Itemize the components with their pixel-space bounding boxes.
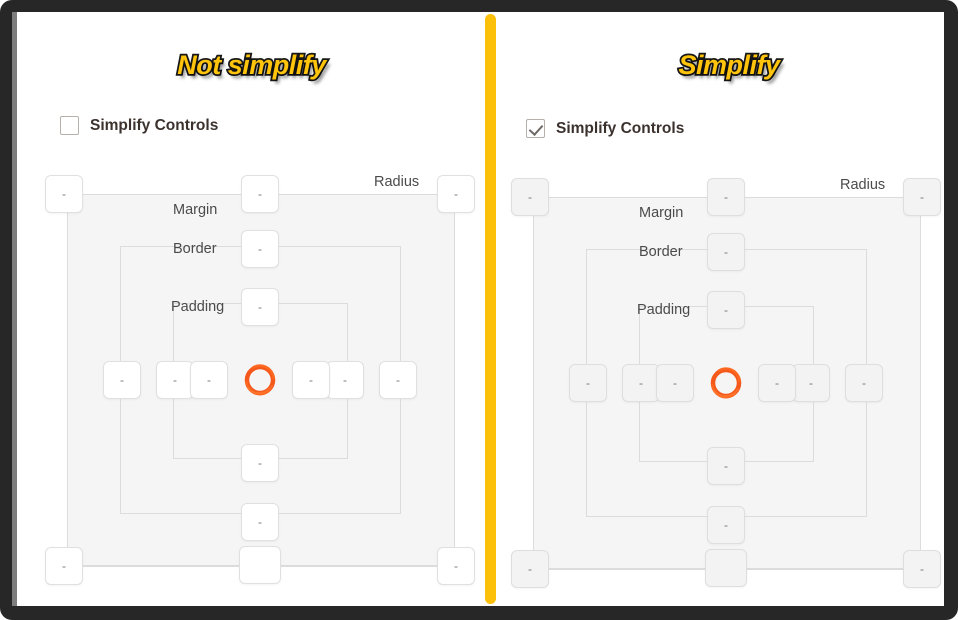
padding-top-field[interactable]: - [707,291,745,329]
panel-title-left: Not simplify [175,48,328,82]
radius-bottom-right-field[interactable]: - [437,547,475,585]
margin-bottom-field[interactable] [705,549,747,587]
border-label: Border [639,244,683,260]
margin-top-field[interactable]: - [241,175,279,213]
padding-left-field[interactable]: - [190,361,228,399]
box-model-editor-right: - - - - - - - - - - - - - - - Radius Mar… [511,175,941,590]
padding-right-field[interactable]: - [758,364,796,402]
simplify-controls-checkbox-right[interactable] [526,119,545,138]
margin-top-field[interactable]: - [707,178,745,216]
padding-bottom-field[interactable]: - [707,447,745,485]
simplify-controls-label-right: Simplify Controls [556,119,685,137]
radius-label: Radius [840,177,886,193]
padding-right-field[interactable]: - [292,361,330,399]
border-label: Border [173,241,217,257]
padding-left-field[interactable]: - [656,364,694,402]
vertical-divider [485,14,496,604]
window-content-area: Not simplify Simplify Controls - - - - -… [12,12,944,606]
panel-not-simplify: Not simplify Simplify Controls - - - - -… [18,12,485,606]
margin-left-field[interactable]: - [103,361,141,399]
padding-label: Padding [637,302,691,318]
simplify-controls-row-right[interactable]: Simplify Controls [526,119,684,138]
margin-right-field[interactable]: - [379,361,417,399]
padding-bottom-field[interactable]: - [241,444,279,482]
border-top-field[interactable]: - [241,230,279,268]
panel-simplify: Simplify Simplify Controls - - - - - - -… [496,12,944,606]
panel-title-right: Simplify [677,48,782,82]
radius-top-right-field[interactable]: - [437,175,475,213]
radius-bottom-left-field[interactable]: - [511,550,549,588]
box-model-editor-left: - - - - - - - - - - - - - - - Radius Mar… [45,172,475,587]
border-right-field[interactable]: - [326,361,364,399]
margin-bottom-field[interactable] [239,546,281,584]
comparison-content: Not simplify Simplify Controls - - - - -… [18,12,944,606]
radius-top-right-field[interactable]: - [903,178,941,216]
simplify-controls-row-left[interactable]: Simplify Controls [60,116,218,135]
orange-ring-logo [238,358,282,402]
border-left-field[interactable]: - [156,361,194,399]
radius-top-left-field[interactable]: - [511,178,549,216]
simplify-controls-label-left: Simplify Controls [90,116,219,134]
radius-label: Radius [374,174,420,190]
border-right-field[interactable]: - [792,364,830,402]
vertical-scrollbar[interactable] [12,12,17,606]
padding-top-field[interactable]: - [241,288,279,326]
simplify-controls-checkbox-left[interactable] [60,116,79,135]
radius-bottom-left-field[interactable]: - [45,547,83,585]
margin-label: Margin [173,202,218,218]
window-frame: Not simplify Simplify Controls - - - - -… [0,0,958,620]
radius-top-left-field[interactable]: - [45,175,83,213]
padding-label: Padding [171,299,225,315]
border-left-field[interactable]: - [622,364,660,402]
border-top-field[interactable]: - [707,233,745,271]
margin-label: Margin [639,205,684,221]
orange-ring-logo [704,361,748,405]
border-bottom-field[interactable]: - [707,506,745,544]
margin-left-field[interactable]: - [569,364,607,402]
radius-bottom-right-field[interactable]: - [903,550,941,588]
border-bottom-field[interactable]: - [241,503,279,541]
margin-right-field[interactable]: - [845,364,883,402]
